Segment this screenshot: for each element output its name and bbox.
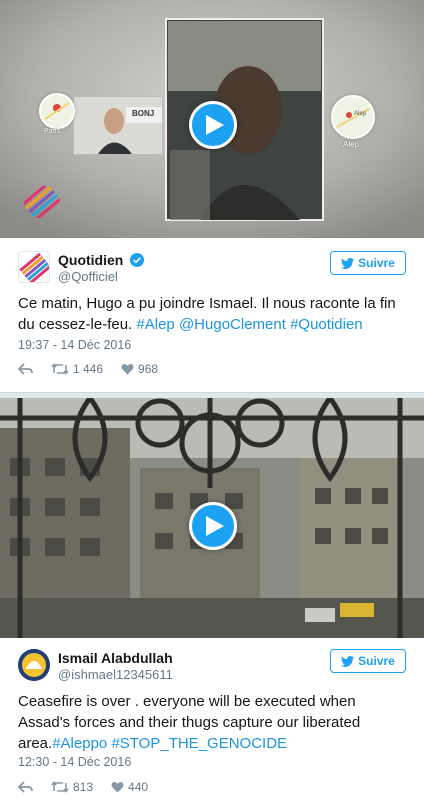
map-alep: Alep: [331, 95, 375, 139]
hashtag-link[interactable]: #Quotidien: [290, 316, 363, 333]
like-count: 968: [138, 362, 159, 376]
tweet-actions: 1 446 968: [18, 360, 176, 378]
twitter-bird-icon: [341, 655, 355, 667]
reply-button[interactable]: [18, 781, 33, 793]
quotidien-logo-icon: [24, 186, 60, 218]
hashtag-link[interactable]: #Aleppo: [52, 735, 107, 752]
tweet-text: Ce matin, Hugo a pu joindre Ismael. Il n…: [18, 293, 408, 335]
hashtag-link[interactable]: #STOP_THE_GENOCIDE: [111, 735, 287, 752]
tweet-card-ismail: Ismail Alabdullah @ishmael12345611 Suivr…: [0, 398, 424, 806]
map-pin-icon: [336, 108, 370, 128]
map-alep-label: Alep: [343, 140, 360, 149]
tweet-text: Ceasefire is over . everyone will be exe…: [18, 691, 408, 754]
play-button[interactable]: [189, 502, 237, 550]
retweet-count: 1 446: [73, 362, 104, 376]
tweet-header: Ismail Alabdullah @ishmael12345611 Suivr…: [18, 649, 406, 689]
tweet-actions: 813 440: [18, 778, 166, 796]
like-count: 440: [128, 780, 149, 794]
user-handle[interactable]: @ishmael12345611: [58, 667, 173, 682]
webcam-person-image: [74, 97, 162, 154]
map-paris: [39, 93, 75, 129]
map-paris-label: Paris: [44, 128, 60, 135]
video-thumbnail[interactable]: [0, 398, 424, 638]
retweet-count: 813: [73, 780, 94, 794]
webcam-panel: BONJ: [73, 96, 163, 155]
avatar[interactable]: [18, 251, 50, 283]
avatar[interactable]: [18, 649, 50, 681]
reply-icon: [18, 363, 33, 375]
play-icon: [206, 115, 224, 135]
like-button[interactable]: 968: [121, 362, 158, 376]
follow-button[interactable]: Suivre: [330, 251, 406, 275]
display-name-text: Quotidien: [58, 252, 124, 268]
mention-link[interactable]: @HugoClement: [179, 316, 286, 333]
follow-button[interactable]: Suivre: [330, 649, 406, 673]
retweet-icon: [51, 363, 69, 375]
display-name[interactable]: Ismail Alabdullah: [58, 650, 173, 666]
tweet-header: Quotidien @Qofficiel Suivre: [18, 251, 406, 291]
hashtag-link[interactable]: #Alep: [136, 316, 174, 333]
twitter-bird-icon: [341, 257, 355, 269]
map-pin-icon: [44, 102, 70, 120]
play-icon: [206, 516, 224, 536]
quotidien-logo-icon: [19, 252, 49, 282]
retweet-button[interactable]: 1 446: [51, 362, 103, 376]
webcam-sign-text: BONJ: [132, 109, 155, 118]
tweet-timestamp[interactable]: 12:30 - 14 Déc 2016: [18, 755, 131, 769]
user-handle[interactable]: @Qofficiel: [58, 269, 118, 284]
play-button[interactable]: [189, 101, 237, 149]
white-helmets-logo-icon: [18, 649, 50, 681]
verified-badge-icon: [130, 253, 145, 267]
heart-icon: [121, 364, 134, 375]
tweet-timestamp[interactable]: 19:37 - 14 Déc 2016: [18, 338, 131, 352]
reply-icon: [18, 781, 33, 793]
tweet-card-quotidien: BONJ Paris Alep Alep Quotidien @Qofficie…: [0, 0, 424, 393]
display-name[interactable]: Quotidien: [58, 252, 145, 268]
retweet-icon: [51, 781, 69, 793]
retweet-button[interactable]: 813: [51, 780, 93, 794]
heart-icon: [111, 782, 124, 793]
follow-label: Suivre: [358, 654, 395, 668]
video-thumbnail[interactable]: BONJ Paris Alep Alep: [0, 0, 424, 238]
follow-label: Suivre: [358, 256, 395, 270]
map-alep-city: Alep: [354, 111, 367, 117]
like-button[interactable]: 440: [111, 780, 148, 794]
reply-button[interactable]: [18, 363, 33, 375]
